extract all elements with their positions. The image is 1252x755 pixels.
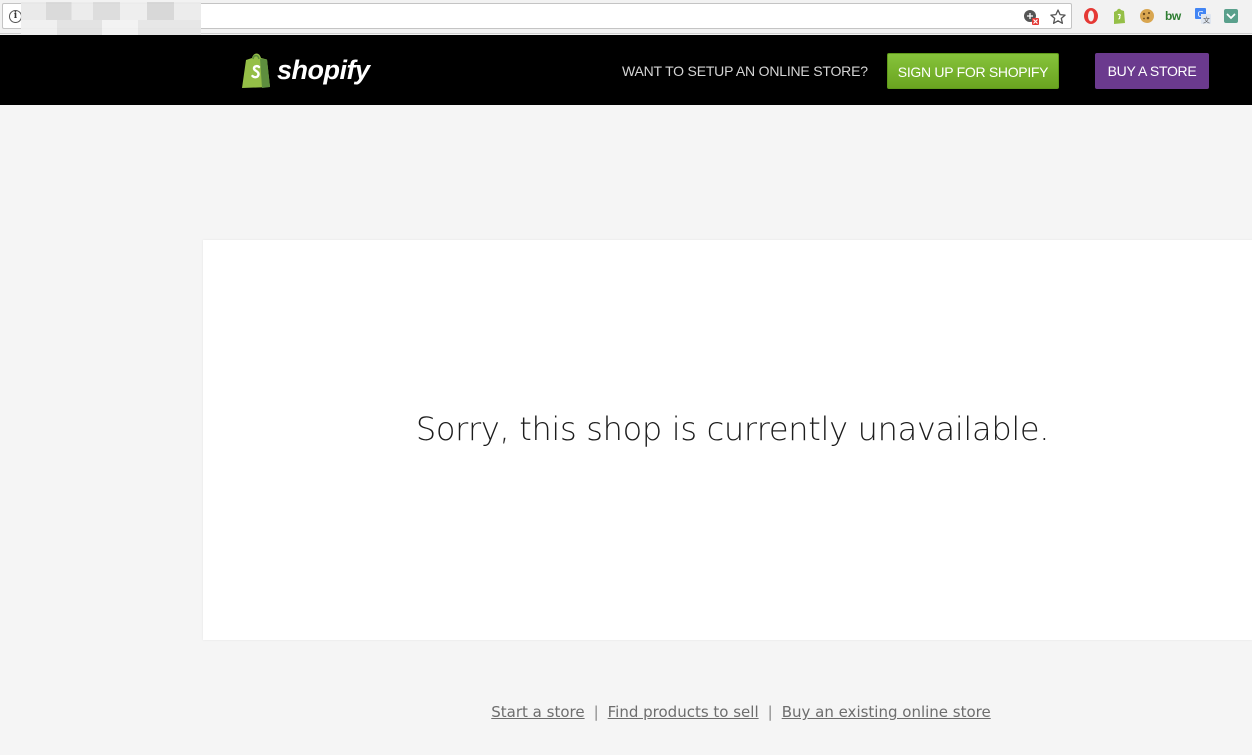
buy-store-button[interactable]: BUY A STORE (1095, 53, 1209, 89)
bw-extension-icon[interactable]: bw (1165, 7, 1185, 25)
sign-up-button[interactable]: SIGN UP FOR SHOPIFY (887, 53, 1059, 89)
address-bar[interactable]: i (2, 2, 1072, 38)
shopping-bag-icon (242, 53, 270, 88)
message-card: Sorry, this shop is currently unavailabl… (203, 240, 1252, 640)
logo-wordmark: shopify (277, 55, 370, 85)
translate-blocked-icon[interactable] (1022, 8, 1040, 26)
bookmark-star-icon[interactable] (1049, 8, 1067, 26)
opera-icon[interactable] (1082, 7, 1100, 25)
start-store-link[interactable]: Start a store (491, 703, 584, 721)
svg-text:文: 文 (1203, 16, 1210, 25)
find-products-link[interactable]: Find products to sell (608, 703, 759, 721)
buy-existing-store-link[interactable]: Buy an existing online store (782, 703, 991, 721)
footer-separator: | (767, 703, 773, 721)
pocket-icon[interactable] (1222, 7, 1240, 25)
unavailable-message: Sorry, this shop is currently unavailabl… (415, 410, 1050, 448)
translate-icon[interactable]: G 文 (1194, 7, 1212, 25)
setup-prompt: WANT TO SETUP AN ONLINE STORE? (622, 63, 868, 79)
shopify-extension-icon[interactable] (1110, 7, 1128, 25)
browser-toolbar: i bw G 文 (0, 0, 1252, 38)
blurred-url (21, 2, 201, 38)
footer-separator: | (593, 703, 599, 721)
cookie-icon[interactable] (1138, 7, 1156, 25)
shopify-header: shopify WANT TO SETUP AN ONLINE STORE? S… (0, 35, 1252, 105)
footer-links: Start a store | Find products to sell | Buy … (0, 702, 1252, 722)
